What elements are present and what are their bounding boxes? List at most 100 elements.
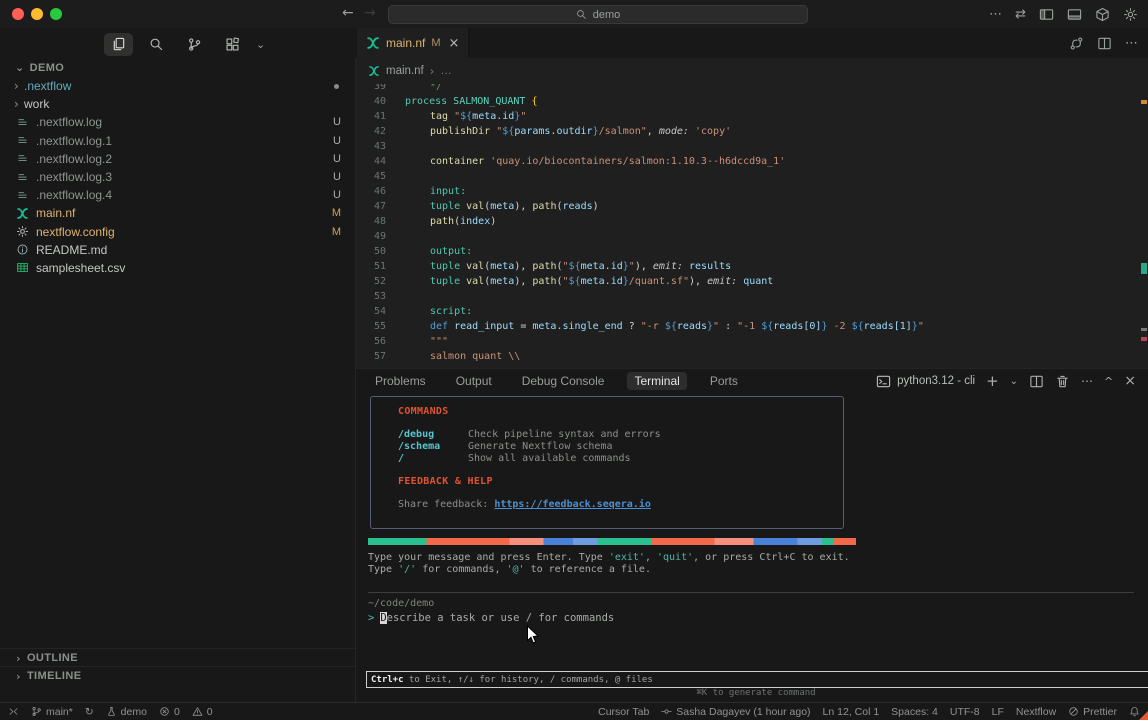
status-item-demo[interactable]: demo — [106, 706, 147, 718]
code-line-40[interactable]: 40process SALMON_QUANT { — [355, 94, 1140, 109]
code-line-55[interactable]: 55def read_input = meta.single_end ? "-r… — [355, 319, 1140, 334]
code-line-51[interactable]: 51tuple val(meta), path("${meta.id}"), e… — [355, 259, 1140, 274]
error-icon — [159, 706, 170, 717]
search-sidebar-icon[interactable] — [142, 33, 171, 56]
editor-more-icon[interactable]: ⋯ — [1125, 36, 1138, 51]
code-line-39[interactable]: 39*/ — [355, 84, 1140, 94]
file-row-README.md[interactable]: README.md — [0, 241, 355, 259]
code-line-54[interactable]: 54script: — [355, 304, 1140, 319]
file-row-main.nf[interactable]: main.nfM — [0, 204, 355, 222]
settings-gear-icon[interactable] — [1123, 7, 1138, 22]
code-editor[interactable]: 39*/40process SALMON_QUANT {41tag "${met… — [355, 84, 1140, 368]
status-item-remote[interactable] — [8, 706, 19, 717]
timeline-section[interactable]: › TIMELINE — [0, 666, 355, 685]
terminal-controls: python3.12 - cli + ⌄ ⋯ ^ × — [876, 372, 1136, 390]
more-actions-icon[interactable]: ⋯ — [989, 8, 1002, 21]
status-item-spaces-4[interactable]: Spaces: 4 — [891, 706, 938, 718]
explorer-files-icon[interactable] — [104, 33, 133, 56]
status-item-sync[interactable]: ↻ — [85, 706, 94, 718]
code-line-52[interactable]: 52tuple val(meta), path("${meta.id}/quan… — [355, 274, 1140, 289]
status-item-sasha-dagayev-1-hour-ago-[interactable]: Sasha Dagayev (1 hour ago) — [661, 706, 810, 718]
outline-section[interactable]: › OUTLINE — [0, 648, 355, 667]
file-row-.nextflow.log[interactable]: .nextflow.logU — [0, 113, 355, 131]
kill-terminal-icon[interactable] — [1055, 374, 1070, 389]
status-item-nextflow[interactable]: Nextflow — [1016, 706, 1056, 718]
explorer-section-header[interactable]: ⌄ DEMO — [15, 61, 64, 74]
source-control-icon[interactable] — [180, 33, 209, 56]
breadcrumb[interactable]: main.nf › … — [368, 58, 452, 84]
file-row-.nextflow.log.1[interactable]: .nextflow.log.1U — [0, 132, 355, 150]
status-item-utf-8[interactable]: UTF-8 — [950, 706, 980, 718]
toggle-panel-icon[interactable] — [1067, 7, 1082, 22]
status-item-lf[interactable]: LF — [992, 706, 1004, 718]
code-line-50[interactable]: 50output: — [355, 244, 1140, 259]
prompt-chevron: > — [368, 612, 374, 624]
workspace-name: DEMO — [30, 62, 65, 74]
forward-icon[interactable]: → — [364, 5, 376, 21]
file-row-nextflow.config[interactable]: nextflow.configM — [0, 223, 355, 241]
zoom-window-button[interactable] — [50, 8, 62, 20]
code-line-57[interactable]: 57salmon quant \\ — [355, 349, 1140, 364]
new-terminal-icon[interactable]: + — [986, 372, 999, 390]
file-row-.nextflow.log.2[interactable]: .nextflow.log.2U — [0, 150, 355, 168]
panel-tab-problems[interactable]: Problems — [368, 372, 433, 390]
panel-more-icon[interactable]: ⋯ — [1081, 374, 1093, 388]
close-panel-icon[interactable]: × — [1124, 373, 1136, 389]
panel-tab-ports[interactable]: Ports — [703, 372, 745, 390]
panel-tab-terminal[interactable]: Terminal — [627, 372, 686, 390]
code-line-53[interactable]: 53 — [355, 289, 1140, 304]
command-input-box[interactable]: Ctrl+c to Exit, ↑/↓ for history, / comma… — [366, 671, 1148, 688]
status-item-0[interactable]: 0 — [159, 706, 180, 718]
panel-tab-debug-console[interactable]: Debug Console — [515, 372, 612, 390]
code-line-56[interactable]: 56""" — [355, 334, 1140, 349]
close-window-button[interactable] — [12, 8, 24, 20]
split-editor-icon[interactable] — [1097, 36, 1112, 51]
toggle-sidebar-icon[interactable] — [1039, 7, 1054, 22]
code-line-44[interactable]: 44container 'quay.io/biocontainers/salmo… — [355, 154, 1140, 169]
code-line-42[interactable]: 42publishDir "${params.outdir}/salmon", … — [355, 124, 1140, 139]
code-line-43[interactable]: 43 — [355, 139, 1140, 154]
split-terminal-icon[interactable] — [1029, 374, 1044, 389]
cli-prompt-input[interactable]: > Describe a task or use / for commands — [368, 612, 614, 624]
commit-icon — [661, 706, 672, 717]
file-row-samplesheet.csv[interactable]: samplesheet.csv — [0, 259, 355, 277]
tab-label: main.nf — [386, 36, 425, 50]
open-changes-icon[interactable] — [1069, 36, 1084, 51]
terminal-profile[interactable]: python3.12 - cli — [876, 374, 975, 389]
panel-tab-output[interactable]: Output — [449, 372, 499, 390]
code-line-49[interactable]: 49 — [355, 229, 1140, 244]
feedback-link[interactable]: https://feedback.seqera.io — [494, 499, 651, 510]
terminal-divider — [368, 592, 1134, 593]
code-line-47[interactable]: 47tuple val(meta), path(reads) — [355, 199, 1140, 214]
ruler-mark — [1141, 100, 1147, 104]
tab-main-nf[interactable]: main.nf M × — [357, 28, 469, 58]
terminal-dropdown-icon[interactable]: ⌄ — [1010, 376, 1018, 387]
code-line-45[interactable]: 45 — [355, 169, 1140, 184]
status-item-prettier[interactable]: Prettier — [1068, 706, 1117, 718]
activity-more-icon[interactable]: ⌄ — [256, 38, 265, 51]
extensions-icon[interactable] — [218, 33, 247, 56]
maximize-panel-icon[interactable]: ^ — [1104, 375, 1113, 388]
file-tree: ›.nextflow›work.nextflow.logU.nextflow.l… — [0, 77, 355, 277]
code-line-48[interactable]: 48path(index) — [355, 214, 1140, 229]
file-row-.nextflow.log.4[interactable]: .nextflow.log.4U — [0, 186, 355, 204]
back-icon[interactable]: ← — [342, 5, 354, 21]
file-row-.nextflow[interactable]: ›.nextflow — [0, 77, 355, 95]
status-item-ln-12-col-1[interactable]: Ln 12, Col 1 — [823, 706, 880, 718]
minimize-window-button[interactable] — [31, 8, 43, 20]
swap-arrows-icon[interactable]: ⇄ — [1015, 8, 1026, 21]
tab-close-icon[interactable]: × — [449, 36, 460, 51]
status-item-main-[interactable]: main* — [31, 706, 73, 718]
nextflow-file-icon — [366, 36, 380, 50]
overview-ruler[interactable] — [1141, 84, 1147, 368]
status-item-0[interactable]: 0 — [192, 706, 213, 718]
cube-icon[interactable] — [1095, 7, 1110, 22]
command-center-search[interactable]: demo — [388, 5, 808, 24]
file-row-.nextflow.log.3[interactable]: .nextflow.log.3U — [0, 168, 355, 186]
status-item-cursor-tab[interactable]: Cursor Tab — [598, 706, 649, 718]
code-line-46[interactable]: 46input: — [355, 184, 1140, 199]
warning-icon — [192, 706, 203, 717]
file-row-work[interactable]: ›work — [0, 95, 355, 113]
panel-tab-bar: Problems Output Debug Console Terminal Ports — [368, 372, 745, 390]
code-line-41[interactable]: 41tag "${meta.id}" — [355, 109, 1140, 124]
